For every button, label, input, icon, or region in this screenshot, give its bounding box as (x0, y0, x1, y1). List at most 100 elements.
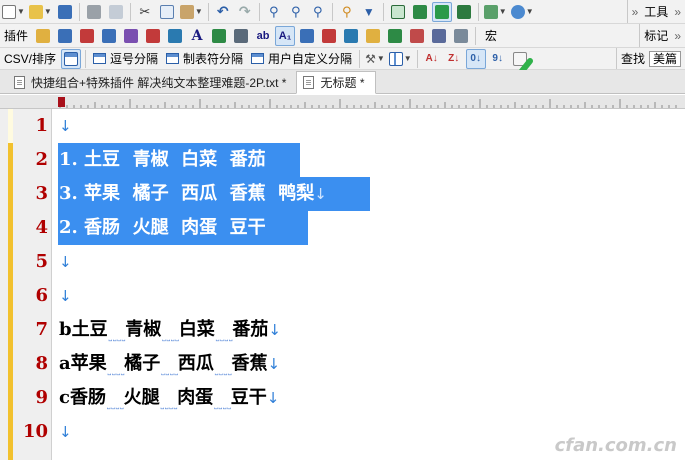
format-button-1[interactable] (55, 26, 75, 46)
cursor-column-marker[interactable] (58, 97, 65, 107)
text-line[interactable]: c香肠˽˽˽˽火腿˽˽˽˽肉蛋˽˽˽˽豆干↓ (59, 381, 279, 415)
format-button-17[interactable] (429, 26, 449, 46)
replace-button[interactable]: ⚲ (337, 2, 357, 22)
tab-split-button[interactable]: 制表符分隔 (162, 49, 247, 69)
text-line[interactable]: 1. 土豆 青椒 白菜 番茄 (59, 143, 266, 177)
find-button[interactable]: ⚲ (264, 2, 284, 22)
table-icon (64, 51, 79, 66)
text-line[interactable]: ↓ (59, 109, 72, 143)
word: 火腿 (123, 387, 160, 408)
format-button-18[interactable] (451, 26, 471, 46)
overflow-chevron-icon[interactable]: » (632, 5, 639, 19)
format-button-8[interactable] (231, 26, 251, 46)
highlight-icon (366, 28, 381, 43)
format-button-6[interactable] (165, 26, 185, 46)
tab-document-2[interactable]: 无标题 * (296, 71, 376, 94)
redo-button[interactable]: ↷ (235, 2, 255, 22)
save-button[interactable] (55, 2, 75, 22)
table-icon (166, 53, 180, 64)
format-button-13[interactable] (341, 26, 361, 46)
line-end-arrow-icon: ↓ (59, 253, 72, 271)
format-button-12[interactable] (319, 26, 339, 46)
format-button-16[interactable] (407, 26, 427, 46)
clipboard-button[interactable]: ▼ (483, 2, 508, 22)
print-button[interactable] (84, 2, 104, 22)
toolbar-divider (78, 2, 80, 21)
word: 橘子 (124, 353, 161, 374)
tools-dropdown-button[interactable]: ⚒ ▼ (364, 49, 386, 69)
column-ruler[interactable] (0, 95, 685, 109)
toolbar-divider (475, 26, 477, 45)
overflow-chevron-icon[interactable]: » (674, 5, 681, 19)
format-button-9[interactable]: ab (253, 26, 273, 46)
paste-button[interactable]: ▼ (179, 2, 204, 22)
tab-split-label: 制表符分隔 (183, 52, 244, 66)
text-line[interactable]: a苹果˽˽˽˽橘子˽˽˽˽西瓜˽˽˽˽香蕉↓ (59, 347, 280, 381)
format-button-5[interactable] (143, 26, 163, 46)
text-line[interactable]: 2. 香肠 火腿 肉蛋 豆干 (59, 211, 266, 245)
find-label: 查找 (620, 52, 645, 66)
word-wrap-button[interactable] (431, 1, 452, 22)
line-number: 7 (35, 319, 48, 340)
cut-button[interactable]: ✂ (135, 2, 155, 22)
tab-document-1[interactable]: 快捷组合+特殊插件 解决纯文本整理难题-2P.txt * (8, 71, 297, 93)
filter-button[interactable]: ▼ (359, 2, 379, 22)
space-marker: ˽˽˽˽ (214, 332, 234, 342)
line-number: 8 (35, 353, 48, 374)
split-view-button[interactable] (410, 2, 430, 22)
custom-split-button[interactable]: 用户自定义分隔 (247, 49, 356, 69)
overflow-chevron-icon[interactable]: » (674, 29, 681, 43)
space-marker: ˽˽˽˽ (105, 400, 125, 410)
open-file-button[interactable]: ▼ (28, 2, 53, 22)
print-preview-button[interactable] (106, 2, 126, 22)
window-layout-button[interactable] (388, 2, 408, 22)
tools-menu-label[interactable]: 工具 (644, 3, 668, 20)
format-button-7[interactable] (209, 26, 229, 46)
undo-button[interactable]: ↶ (213, 2, 233, 22)
columns-dropdown-button[interactable]: ▼ (388, 49, 413, 69)
tab-label: 无标题 * (320, 76, 365, 90)
column-mode-button[interactable] (454, 2, 474, 22)
copy-button[interactable] (157, 2, 177, 22)
line-number: 1 (35, 115, 48, 136)
marker-menu-label[interactable]: 标记 (644, 27, 668, 44)
find-input[interactable]: 美篇 (648, 50, 681, 67)
text-line[interactable]: ↓ (59, 279, 72, 313)
sort-numeric-button[interactable]: 0↓ (465, 48, 486, 69)
text-line[interactable]: b土豆˽˽˽˽青椒˽˽˽˽白菜˽˽˽˽番茄↓ (59, 313, 281, 347)
line-number: 2 (35, 149, 48, 170)
new-file-button[interactable]: ▼ (1, 2, 26, 22)
text-editor[interactable]: ↓ 1. 土豆 青椒 白菜 番茄 3. 苹果 橘子 西瓜 香蕉 鸭梨↓ 2. 香肠 火… (0, 109, 685, 460)
macro-label[interactable]: 宏 (479, 27, 503, 44)
format-button-4[interactable] (121, 26, 141, 46)
case-icon (344, 28, 359, 43)
format-button-2[interactable] (77, 26, 97, 46)
text-line[interactable]: 3. 苹果 橘子 西瓜 香蕉 鸭梨↓ (59, 177, 327, 211)
watermark: cfan.com.cn (554, 435, 677, 456)
find-next-button[interactable]: ⚲ (286, 2, 306, 22)
tab-label: 快捷组合+特殊插件 解决纯文本整理难题-2P.txt * (31, 75, 287, 90)
format-button-3[interactable] (99, 26, 119, 46)
csv-mode-button[interactable] (61, 48, 82, 69)
font-button[interactable]: A (187, 26, 207, 46)
text-line[interactable]: ↓ (59, 245, 72, 279)
plugin-button[interactable] (33, 26, 53, 46)
print-preview-icon (108, 4, 123, 19)
format-button-15[interactable] (385, 26, 405, 46)
space-marker: ˽˽˽˽ (161, 332, 180, 342)
find-prev-button[interactable]: ⚲ (308, 2, 328, 22)
line-number: 10 (22, 421, 48, 442)
line-number: 5 (35, 251, 48, 272)
sort-descending-button[interactable]: Z↓ (444, 49, 464, 69)
space-marker: ˽˽˽˽ (213, 366, 233, 376)
format-button-11[interactable] (297, 26, 317, 46)
space-marker: ˽˽˽˽ (159, 400, 179, 410)
word: 番茄 (232, 319, 269, 340)
format-button-10[interactable]: A₁ (275, 25, 296, 46)
comma-split-button[interactable]: 逗号分隔 (89, 49, 162, 69)
browser-button[interactable]: ▼ (510, 2, 535, 22)
find-next-icon: ⚲ (291, 3, 301, 19)
sort-ascending-button[interactable]: A↓ (422, 49, 442, 69)
format-button-14[interactable] (363, 26, 383, 46)
text-line[interactable]: ↓ (59, 415, 72, 449)
